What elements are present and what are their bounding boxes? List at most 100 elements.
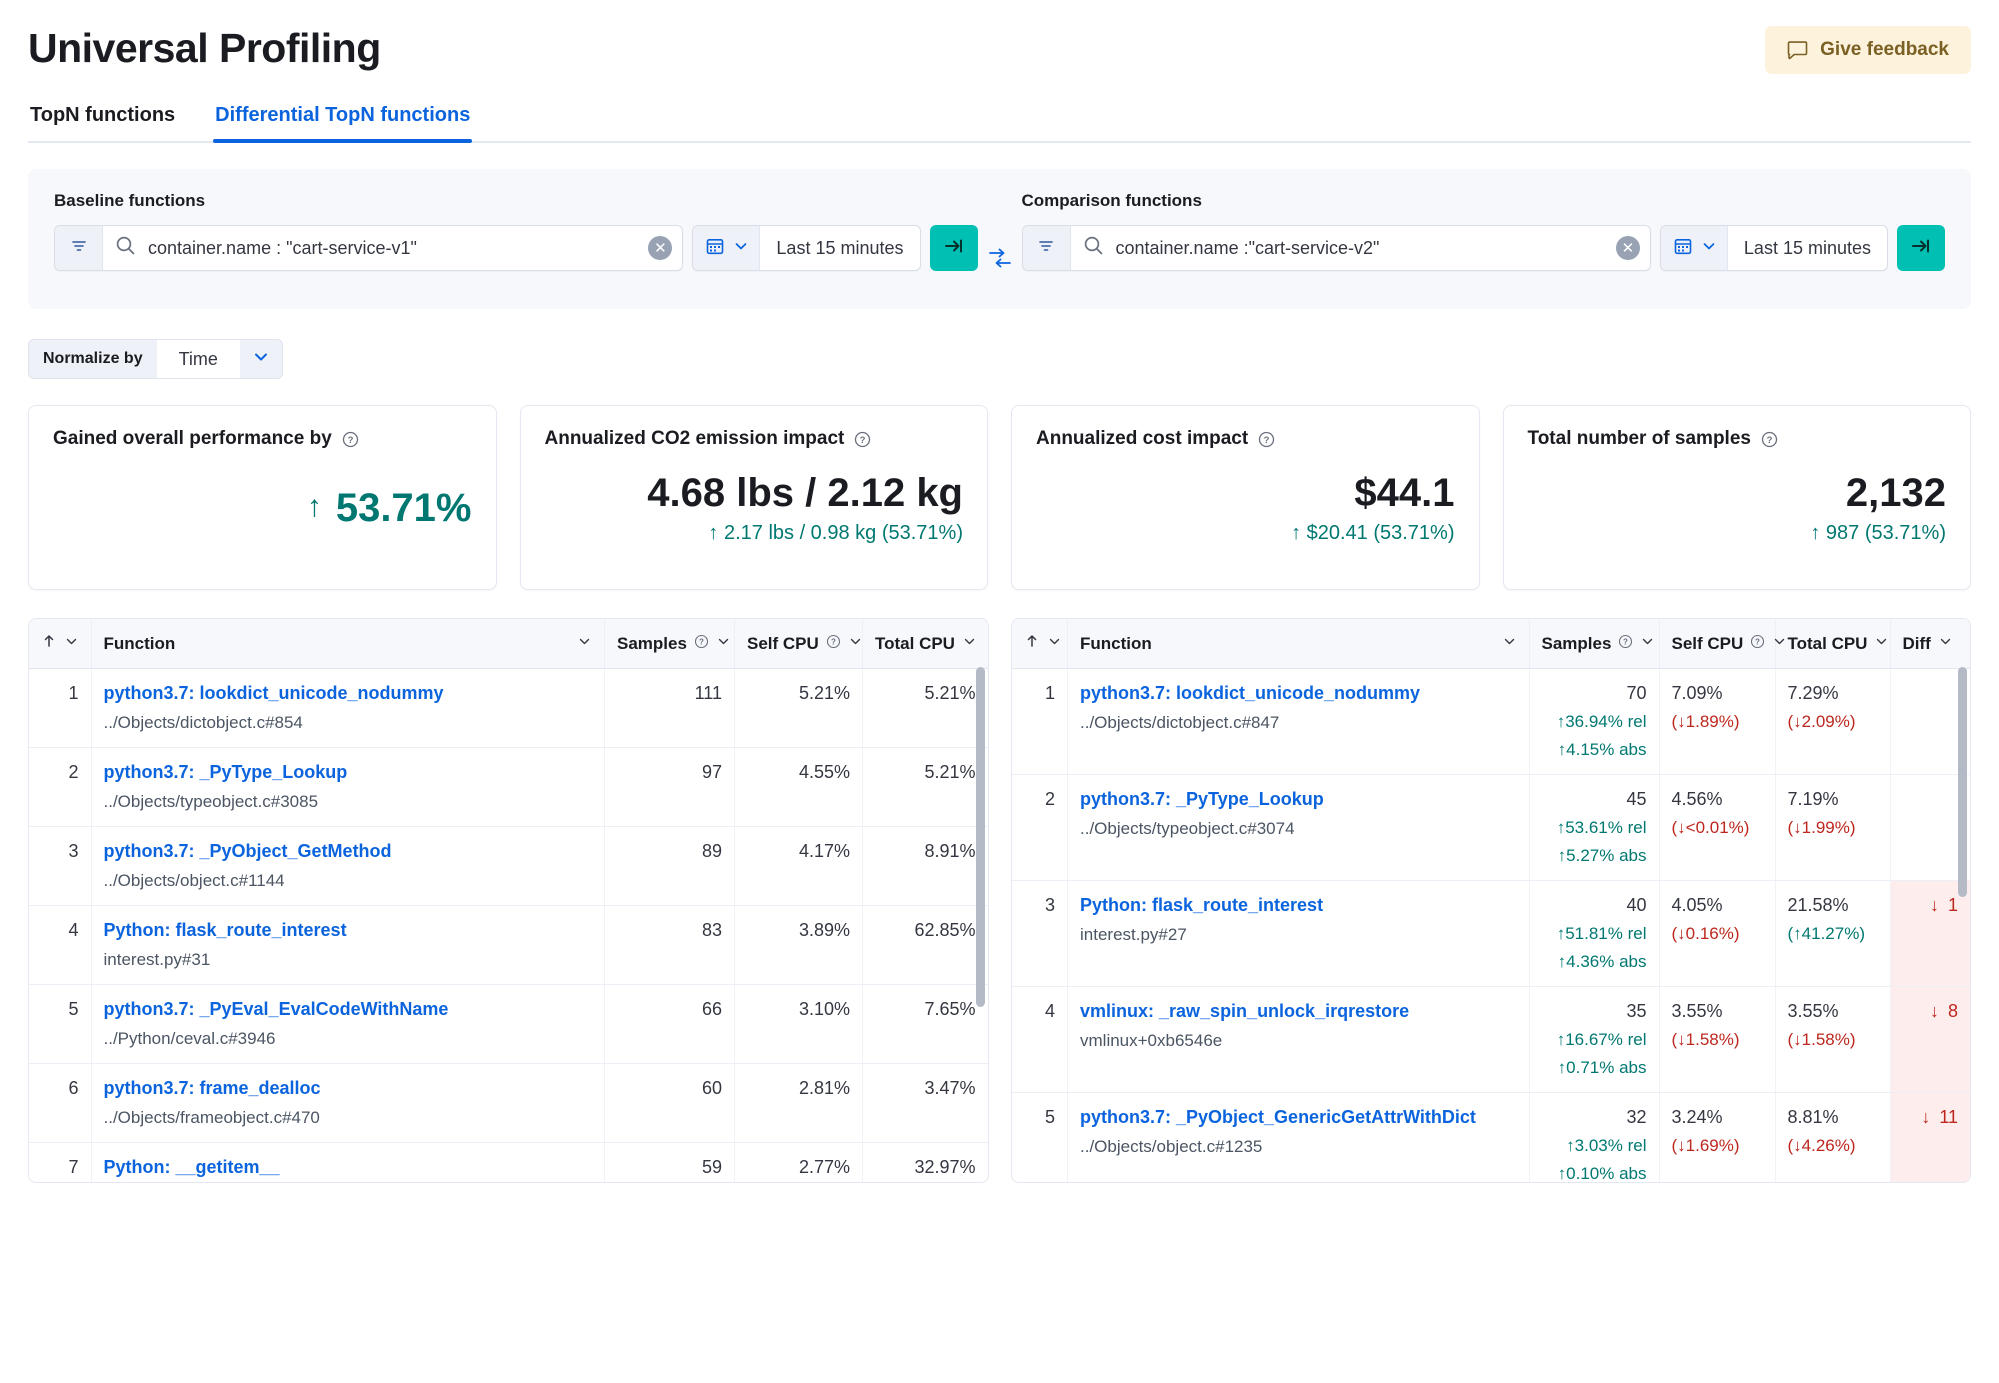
- function-link[interactable]: Python: flask_route_interest: [1080, 895, 1517, 916]
- help-circle-icon[interactable]: ?: [854, 431, 871, 448]
- comparison-table-vertical-scrollbar[interactable]: [1958, 667, 1967, 1176]
- table-row[interactable]: 1 python3.7: lookdict_unicode_nodummy ../O…: [1011, 668, 1970, 775]
- function-link[interactable]: python3.7: _PyType_Lookup: [1080, 789, 1517, 810]
- comparison-filter-icon-button[interactable]: [1022, 226, 1071, 270]
- row-self-cpu: 2.81%: [734, 1063, 863, 1143]
- baseline-table-vertical-scrollbar[interactable]: [975, 667, 985, 1176]
- function-link[interactable]: python3.7: _PyObject_GetMethod: [104, 841, 593, 862]
- normalize-dropdown-button[interactable]: [239, 340, 282, 378]
- help-circle-icon[interactable]: ?: [1761, 431, 1778, 448]
- comparison-calendar-button[interactable]: [1660, 226, 1728, 270]
- baseline-column-samples[interactable]: Samples ?: [604, 619, 735, 669]
- svg-text:?: ?: [1264, 435, 1270, 446]
- function-link[interactable]: vmlinux: _raw_spin_unlock_irqrestore: [1080, 1001, 1517, 1022]
- universal-profiling-page: Universal Profiling Give feedback TopN f…: [0, 0, 1999, 1383]
- baseline-query-bar[interactable]: container.name : "cart-service-v1" ✕: [54, 225, 684, 271]
- row-rank: 6: [29, 1063, 92, 1143]
- comparison-column-function[interactable]: Function: [1067, 619, 1530, 669]
- swap-comparison-button[interactable]: [978, 237, 1022, 283]
- comparison-column-samples[interactable]: Samples ?: [1529, 619, 1660, 669]
- row-function-cell: Python: __getitem__os.py#679: [91, 1142, 605, 1182]
- table-row[interactable]: 6 python3.7: frame_dealloc ../Objects/fram…: [29, 1063, 988, 1143]
- submit-arrow-icon: [1910, 235, 1932, 262]
- row-self-cpu: 3.89%: [734, 905, 863, 985]
- comparison-functions-table: Function Samples ? Self CPU ? Total CPU …: [1010, 618, 1971, 1183]
- table-row[interactable]: 7Python: __getitem__os.py#679592.77%32.9…: [29, 1142, 988, 1182]
- comparison-time-range[interactable]: Last 15 minutes: [1728, 226, 1887, 270]
- function-source: interest.py#31: [103, 950, 211, 969]
- diff-value: 1: [1947, 895, 1958, 915]
- baseline-time-range[interactable]: Last 15 minutes: [760, 226, 919, 270]
- help-circle-icon[interactable]: ?: [1618, 634, 1633, 654]
- comparison-query-text: container.name :"cart-service-v2": [1115, 237, 1380, 258]
- filter-icon: [69, 236, 89, 261]
- comparison-query-bar[interactable]: container.name :"cart-service-v2" ✕: [1021, 225, 1651, 271]
- baseline-filter-icon-button[interactable]: [55, 226, 103, 270]
- table-row[interactable]: 5 python3.7: _PyEval_EvalCodeWithName ../P…: [29, 984, 988, 1064]
- card-total-samples-title: Total number of samples: [1527, 428, 1751, 449]
- row-self-cpu: 4.05% (↓0.16%): [1659, 880, 1776, 987]
- comparison-column-total-cpu[interactable]: Total CPU: [1775, 619, 1891, 669]
- baseline-column-total-cpu[interactable]: Total CPU: [862, 619, 988, 669]
- help-circle-icon[interactable]: ?: [342, 431, 359, 448]
- chevron-down-icon: [1874, 634, 1889, 654]
- function-link[interactable]: Python: __getitem__: [104, 1157, 593, 1178]
- comparison-search-input[interactable]: container.name :"cart-service-v2": [1071, 226, 1616, 270]
- function-link[interactable]: python3.7: lookdict_unicode_nodummy: [104, 683, 593, 704]
- function-link[interactable]: Python: flask_route_interest: [104, 920, 593, 941]
- row-total-cpu: 62.85%: [862, 905, 988, 985]
- table-row[interactable]: 3 python3.7: _PyObject_GetMethod ../Object…: [29, 826, 988, 906]
- help-circle-icon[interactable]: ?: [1750, 634, 1765, 654]
- chevron-down-icon: [1772, 634, 1787, 654]
- row-rank: 2: [29, 747, 92, 827]
- table-row[interactable]: 4 vmlinux: _raw_spin_unlock_irqrestore vml…: [1011, 986, 1970, 1093]
- row-rank: 3: [29, 826, 92, 906]
- search-icon: [1083, 235, 1104, 261]
- give-feedback-button[interactable]: Give feedback: [1765, 26, 1971, 74]
- row-function-cell: python3.7: _PyType_Lookup ../Objects/type…: [1067, 774, 1530, 881]
- tab-differential-topn-functions[interactable]: Differential TopN functions: [213, 98, 473, 143]
- baseline-calendar-button[interactable]: [693, 226, 761, 270]
- baseline-search-input[interactable]: container.name : "cart-service-v1": [103, 226, 648, 270]
- comparison-submit-button[interactable]: [1897, 225, 1945, 271]
- row-rank: 2: [1011, 774, 1068, 881]
- card-co2-impact: Annualized CO2 emission impact ? 4.68 lb…: [519, 405, 988, 590]
- table-row[interactable]: 2 python3.7: _PyType_Lookup ../Objects/typ…: [1011, 774, 1970, 881]
- table-row[interactable]: 5 python3.7: _PyObject_GenericGetAttrWith…: [1011, 1092, 1970, 1182]
- baseline-submit-button[interactable]: [929, 225, 978, 271]
- tab-topn-functions[interactable]: TopN functions: [28, 98, 177, 143]
- function-link[interactable]: python3.7: _PyEval_EvalCodeWithName: [104, 999, 593, 1020]
- comparison-sort-header[interactable]: [1011, 619, 1068, 669]
- function-link[interactable]: python3.7: lookdict_unicode_nodummy: [1080, 683, 1517, 704]
- row-rank: 5: [1011, 1092, 1068, 1182]
- help-circle-icon[interactable]: ?: [694, 634, 709, 654]
- total-cpu-delta: (↓1.58%): [1787, 1030, 1856, 1049]
- table-row[interactable]: 1 python3.7: lookdict_unicode_nodummy ../O…: [29, 668, 988, 748]
- function-link[interactable]: python3.7: frame_dealloc: [104, 1078, 593, 1099]
- baseline-date-picker[interactable]: Last 15 minutes: [692, 225, 921, 271]
- function-link[interactable]: python3.7: _PyObject_GenericGetAttrWithD…: [1080, 1107, 1517, 1128]
- row-self-cpu: 3.55% (↓1.58%): [1659, 986, 1776, 1093]
- baseline-clear-icon[interactable]: ✕: [648, 236, 673, 260]
- help-circle-icon[interactable]: ?: [826, 634, 841, 654]
- baseline-column-self-cpu[interactable]: Self CPU ?: [734, 619, 863, 669]
- normalize-value[interactable]: Time: [156, 340, 240, 378]
- baseline-sort-header[interactable]: [29, 619, 92, 669]
- baseline-column-function[interactable]: Function: [91, 619, 605, 669]
- row-function-cell: python3.7: _PyObject_GenericGetAttrWithD…: [1067, 1092, 1530, 1182]
- self-cpu-value: 7.09%: [1671, 683, 1723, 703]
- table-row[interactable]: 2 python3.7: _PyType_Lookup ../Objects/typ…: [29, 747, 988, 827]
- table-row[interactable]: 3 Python: flask_route_interest interest.py…: [1011, 880, 1970, 987]
- comparison-column-self-cpu[interactable]: Self CPU ?: [1659, 619, 1785, 669]
- comparison-column-diff[interactable]: Diff: [1890, 619, 1970, 669]
- function-link[interactable]: python3.7: _PyType_Lookup: [104, 762, 593, 783]
- samples-relative-change: ↑53.61% rel: [1556, 818, 1647, 837]
- row-function-cell: python3.7: _PyObject_GetMethod ../Objects…: [91, 826, 605, 906]
- help-circle-icon[interactable]: ?: [1258, 431, 1275, 448]
- row-self-cpu: 7.09% (↓1.89%): [1659, 668, 1776, 775]
- samples-value: 40: [1626, 895, 1647, 915]
- table-row[interactable]: 4 Python: flask_route_interest interest.py…: [29, 905, 988, 985]
- comparison-date-picker[interactable]: Last 15 minutes: [1659, 225, 1888, 271]
- comparison-clear-icon[interactable]: ✕: [1615, 236, 1640, 260]
- total-cpu-delta: (↑41.27%): [1787, 924, 1865, 943]
